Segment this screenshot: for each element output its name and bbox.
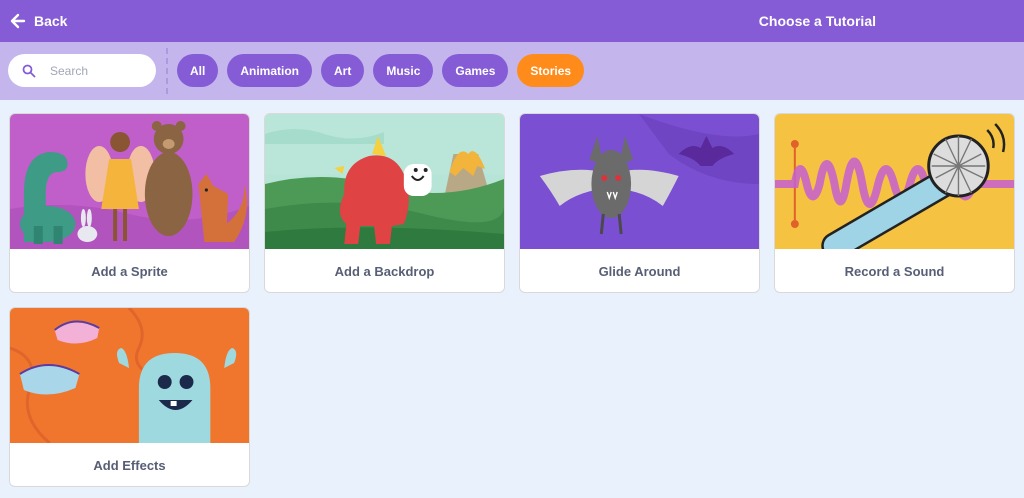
- filter-tag-all[interactable]: All: [177, 54, 219, 87]
- filter-tag-music[interactable]: Music: [373, 54, 434, 87]
- card-label: Record a Sound: [844, 263, 945, 279]
- page-title: Choose a Tutorial: [758, 13, 876, 29]
- tutorial-card-add-effects[interactable]: Add Effects: [9, 307, 250, 487]
- record-sound-thumbnail: [775, 114, 1014, 249]
- filter-tag-games[interactable]: Games: [442, 54, 509, 87]
- search-icon: [22, 64, 36, 77]
- card-label: Add a Backdrop: [334, 263, 435, 279]
- tutorial-card-add-backdrop[interactable]: Add a Backdrop: [264, 113, 505, 293]
- add-sprite-thumbnail: [10, 114, 249, 249]
- search-box[interactable]: [8, 54, 156, 87]
- card-label: Glide Around: [598, 263, 681, 279]
- add-backdrop-thumbnail: [265, 114, 504, 249]
- card-label: Add a Sprite: [91, 263, 168, 279]
- filter-tag-art[interactable]: Art: [321, 54, 365, 87]
- tutorial-card-record-sound[interactable]: Record a Sound: [774, 113, 1015, 293]
- add-effects-thumbnail: [10, 308, 249, 443]
- header-bar: Back Choose a Tutorial: [0, 0, 1024, 42]
- glide-around-thumbnail: [520, 114, 759, 249]
- search-input[interactable]: [50, 63, 140, 78]
- filter-tags: All Animation Art Music Games Stories: [177, 54, 585, 87]
- tutorial-card-add-sprite[interactable]: Add a Sprite: [9, 113, 250, 293]
- tutorial-card-glide-around[interactable]: Glide Around: [519, 113, 760, 293]
- filter-tag-animation[interactable]: Animation: [227, 54, 313, 87]
- filter-divider: [166, 48, 168, 94]
- card-label: Add Effects: [93, 457, 166, 473]
- filter-tag-stories[interactable]: Stories: [517, 54, 585, 87]
- filter-bar: All Animation Art Music Games Stories: [0, 42, 1024, 100]
